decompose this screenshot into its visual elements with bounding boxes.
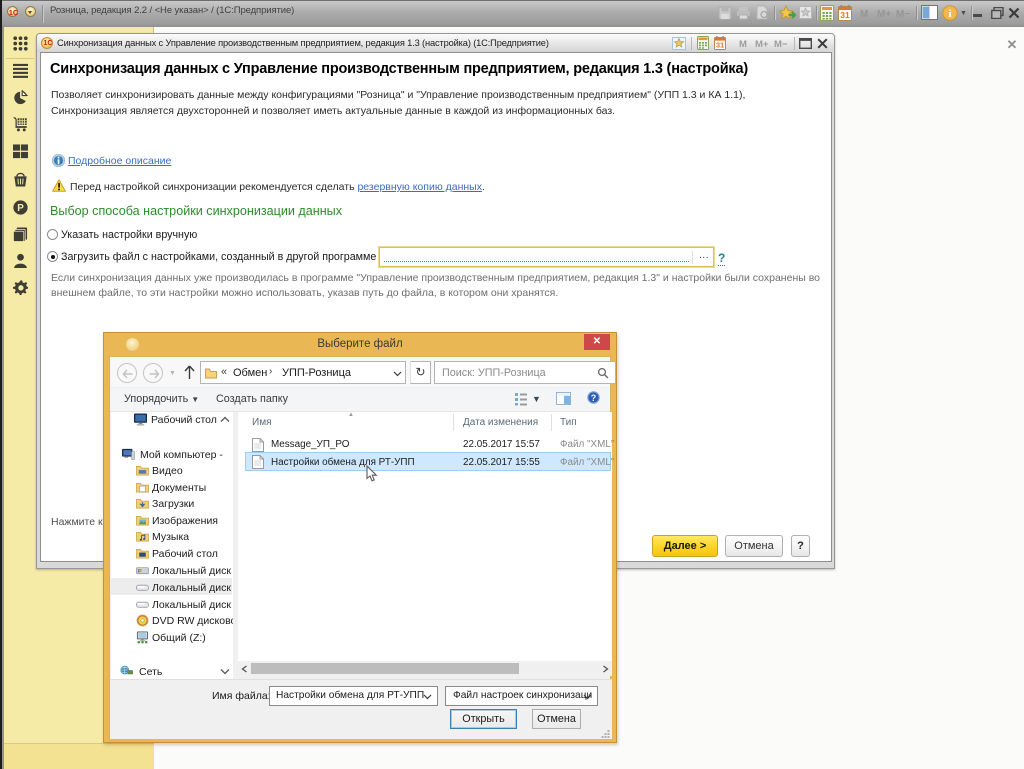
svg-text:i: i — [948, 8, 951, 20]
svg-text:31: 31 — [840, 10, 850, 20]
svg-text:?: ? — [591, 393, 597, 403]
svg-text:31: 31 — [716, 41, 724, 50]
svg-text:Р: Р — [17, 203, 24, 214]
